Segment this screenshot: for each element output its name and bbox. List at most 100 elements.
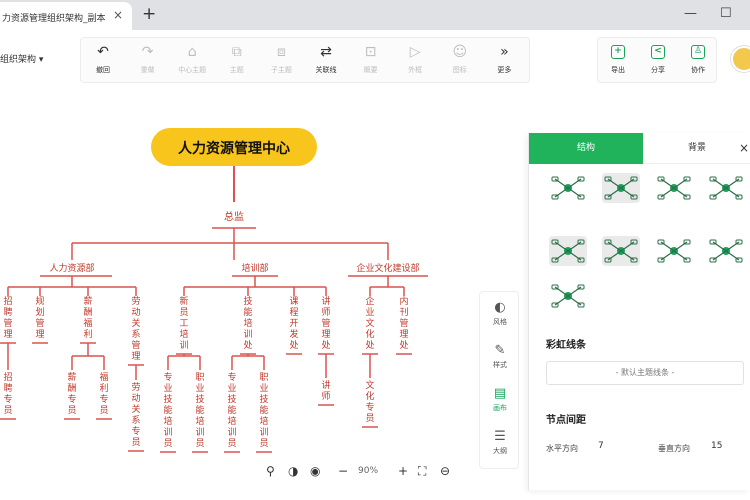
- leaf-node-char: 福: [83, 317, 92, 329]
- minus-circle-icon[interactable]: ⊖: [440, 461, 450, 481]
- browser-tab[interactable]: 力资源管理组织架构_副本 ×: [0, 2, 132, 30]
- maximize-button[interactable]: ☐: [720, 6, 732, 21]
- leaf-node-char: 课: [289, 296, 298, 307]
- leaf-node-char: 培: [259, 415, 268, 427]
- leaf-node-char: 训: [243, 329, 252, 340]
- leaf-node-char: 管: [321, 317, 330, 329]
- layout-option-fish2-icon[interactable]: [602, 236, 640, 266]
- zoom-bar: ⚲ ◑ ◉ − 90% + ⛶ ⊖: [262, 461, 462, 481]
- layout-option-radial-icon[interactable]: [549, 173, 587, 203]
- leaf-node[interactable]: 规划管理: [35, 296, 44, 340]
- leaf-node[interactable]: 劳动关系管理: [131, 295, 140, 362]
- leaf-node[interactable]: 招聘管理: [3, 295, 12, 340]
- zoom-percentage: 90%: [358, 466, 379, 476]
- strip-item-canvas[interactable]: ▤ 画布: [480, 386, 520, 413]
- leaf-node[interactable]: 劳动关系专员: [131, 381, 140, 448]
- zoom-in-button[interactable]: +: [398, 461, 408, 481]
- leaf-node-char: 员: [67, 405, 76, 416]
- toolbar-home-button[interactable]: ⌂ 中心主题: [170, 38, 214, 84]
- layout-option-org-icon[interactable]: [707, 236, 745, 266]
- strip-item-label: 样式: [493, 361, 507, 369]
- toolbar-item-label: 图标: [452, 66, 467, 74]
- leaf-node[interactable]: 课程开发处: [289, 296, 298, 351]
- leaf-node-char: 员: [195, 438, 204, 449]
- layout-thumb-graphic: [604, 176, 638, 200]
- strip-item-label: 风格: [493, 318, 507, 326]
- layout-option-double-icon[interactable]: [602, 173, 640, 203]
- panel-close-icon[interactable]: ×: [739, 141, 749, 155]
- leaf-node-char: 文: [365, 317, 374, 329]
- leaf-node[interactable]: 招聘专员: [3, 371, 12, 416]
- leaf-node[interactable]: 薪酬专员: [67, 371, 76, 416]
- layout-option-fish-icon[interactable]: [549, 236, 587, 266]
- leaf-node-char: 理: [131, 351, 140, 362]
- leaf-node[interactable]: 内刊管理处: [399, 295, 408, 351]
- toolbar-emoji-button[interactable]: ☺ 图标: [438, 38, 482, 84]
- leaf-node[interactable]: 专业技能培训员: [163, 371, 172, 449]
- toolbar-frame-button[interactable]: ▷ 外框: [393, 38, 437, 84]
- director-node-label: 总监: [224, 210, 244, 223]
- layout-thumb-graphic: [657, 239, 691, 263]
- toolbar-undo-button[interactable]: ↶ 撤回: [81, 38, 125, 84]
- layout-option-timeline-icon[interactable]: [707, 173, 745, 203]
- leaf-node-char: 发: [289, 328, 298, 340]
- leaf-node[interactable]: 职业技能培训员: [259, 372, 268, 449]
- strip-item-label: 画布: [493, 404, 507, 412]
- toolbar-summary-button[interactable]: ⊡ 概要: [349, 38, 393, 84]
- tab-close-icon[interactable]: ×: [113, 8, 123, 22]
- search-icon[interactable]: ⚲: [266, 461, 275, 481]
- fit-screen-icon[interactable]: ⛶: [418, 461, 426, 481]
- leaf-node[interactable]: 职业技能培训员: [195, 372, 204, 449]
- new-tab-button[interactable]: +: [142, 4, 156, 24]
- strip-item-palette[interactable]: ◐ 风格: [480, 300, 520, 327]
- leaf-node-char: 职: [259, 372, 268, 383]
- tab-structure[interactable]: 结构: [529, 133, 643, 164]
- leaf-node[interactable]: 新员工培训: [179, 295, 188, 351]
- tab-background[interactable]: 背景: [643, 133, 750, 164]
- summary-icon: ⊡: [364, 44, 377, 60]
- leaf-node[interactable]: 专业技能培训员: [227, 371, 236, 449]
- export-button[interactable]: + 导出: [598, 38, 638, 84]
- toolbar-relation-button[interactable]: ⇄ 关联线: [304, 38, 348, 84]
- strip-item-brush[interactable]: ✎ 样式: [480, 343, 520, 370]
- minimize-button[interactable]: —: [684, 6, 697, 21]
- leaf-node-char: 职: [195, 372, 204, 383]
- format-side-strip: ◐ 风格 ✎ 样式 ▤ 画布 ☰ 大纲: [479, 291, 519, 469]
- focus-icon[interactable]: ◉: [310, 461, 320, 481]
- leaf-node-char: 能: [195, 404, 204, 416]
- canvas-icon: ▤: [493, 386, 507, 401]
- rainbow-lines-select[interactable]: - 默认主题线条 -: [546, 361, 744, 385]
- theme-toggle-icon[interactable]: ◑: [288, 461, 298, 481]
- leaf-node-char: 系: [131, 415, 140, 426]
- leaf-node[interactable]: 薪酬福利: [83, 295, 92, 340]
- vertical-spacing-input[interactable]: 15: [711, 441, 722, 451]
- layout-option-tree-icon[interactable]: [655, 236, 693, 266]
- strip-item-outline[interactable]: ☰ 大纲: [480, 429, 520, 456]
- toolbar-more-button[interactable]: » 更多: [482, 38, 526, 84]
- leaf-node-char: 培: [227, 415, 236, 427]
- export-icon: +: [611, 45, 625, 59]
- leaf-node-char: 薪: [67, 371, 76, 383]
- leaf-node[interactable]: 讲师管理处: [321, 295, 330, 351]
- toolbar-redo-button[interactable]: ↷ 重做: [126, 38, 170, 84]
- browser-tabbar: 力资源管理组织架构_副本 × + — ☐: [0, 0, 750, 30]
- document-name-menu[interactable]: 组织架构 ▾: [0, 52, 43, 65]
- collab-button[interactable]: ♙ 协作: [678, 38, 718, 84]
- layout-option-right-icon[interactable]: [655, 173, 693, 203]
- zoom-out-button[interactable]: −: [338, 461, 348, 481]
- horizontal-spacing-input[interactable]: 7: [598, 441, 604, 451]
- toolbar-topic-button[interactable]: ⧉ 主题: [215, 38, 259, 84]
- leaf-node[interactable]: 福利专员: [99, 371, 108, 416]
- toolbar-subtopic-button[interactable]: ⧈ 子主题: [259, 38, 303, 84]
- leaf-node[interactable]: 企业文化处: [365, 295, 374, 351]
- toolbar-item-label: 主题: [229, 66, 244, 74]
- share-button[interactable]: < 分享: [638, 38, 678, 84]
- leaf-node[interactable]: 讲师: [321, 379, 330, 402]
- leaf-node[interactable]: 文化专员: [365, 379, 374, 424]
- leaf-node-char: 师: [321, 390, 330, 402]
- leaf-node-char: 业: [259, 383, 268, 394]
- leaf-node-char: 处: [321, 339, 330, 351]
- layout-option-right-icon[interactable]: [549, 281, 587, 311]
- user-avatar[interactable]: [731, 46, 750, 72]
- leaf-node[interactable]: 技能培训处: [243, 295, 252, 351]
